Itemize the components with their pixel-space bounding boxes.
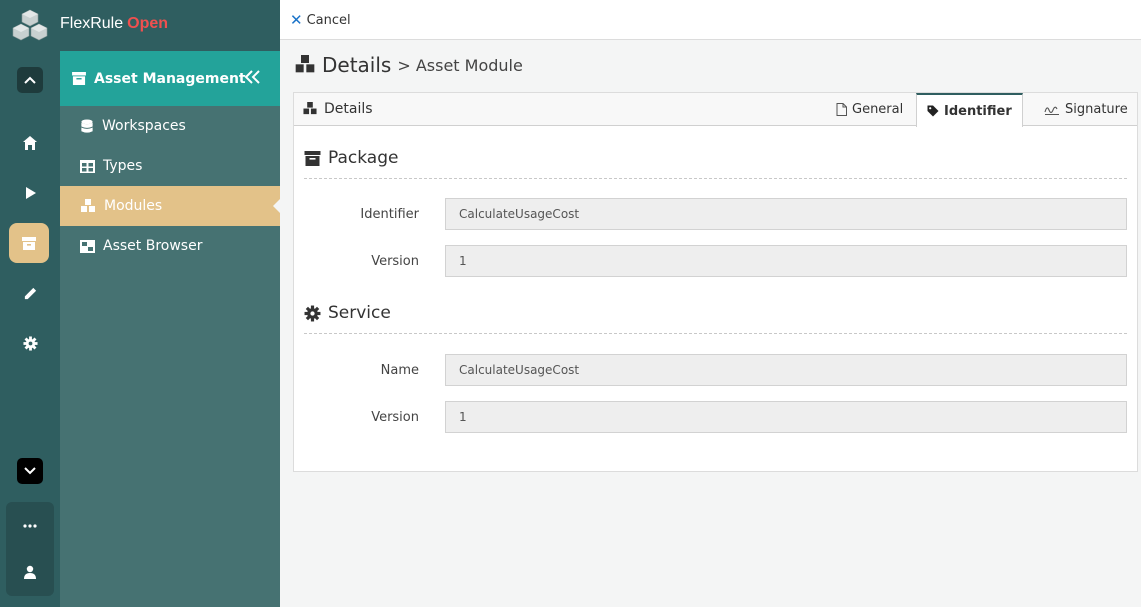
brand-edition: Open — [127, 15, 169, 32]
identifier-label: Identifier — [360, 207, 419, 222]
brand-text: FlexRule — [60, 15, 124, 32]
signature-icon — [1044, 106, 1059, 115]
chevron-down-icon — [24, 467, 36, 475]
service-version-field[interactable]: 1 — [445, 401, 1127, 433]
expand-down-button[interactable] — [17, 458, 43, 484]
brand-header: FlexRule Open — [60, 0, 280, 51]
identifier-field[interactable]: CalculateUsageCost — [445, 198, 1127, 230]
pencil-icon[interactable] — [20, 283, 40, 303]
nav-item-label: Asset Browser — [103, 238, 203, 254]
package-version-label: Version — [371, 254, 419, 269]
tab-label: Identifier — [944, 103, 1012, 119]
archive-icon — [22, 237, 36, 250]
nav-item-workspaces[interactable]: Workspaces — [60, 106, 280, 146]
nav-item-label: Types — [103, 158, 143, 174]
nav-item-label: Workspaces — [102, 118, 186, 134]
user-icon[interactable] — [20, 562, 40, 582]
nav-item-asset-browser[interactable]: Asset Browser — [60, 226, 280, 266]
service-name-label: Name — [380, 363, 419, 378]
database-icon — [81, 118, 93, 133]
tag-icon — [927, 105, 939, 117]
file-icon — [836, 103, 847, 116]
package-version-field[interactable]: 1 — [445, 245, 1127, 277]
divider — [304, 178, 1127, 179]
page-title: Details > Asset Module — [294, 53, 523, 77]
service-version-value: 1 — [459, 410, 467, 424]
nav-item-label: Modules — [104, 198, 163, 214]
chevron-up-icon — [24, 76, 36, 84]
main-content: ✕ Cancel Details > Asset Module Details — [280, 0, 1141, 607]
gear-icon[interactable] — [20, 333, 40, 353]
more-icon[interactable] — [20, 516, 40, 536]
card-title-text: Details — [324, 101, 373, 117]
nav-item-types[interactable]: Types — [60, 146, 280, 186]
divider — [304, 333, 1127, 334]
double-chevron-left-icon[interactable] — [242, 67, 262, 87]
archive-icon — [72, 72, 86, 85]
package-version-value: 1 — [459, 254, 467, 268]
tab-signature[interactable]: Signature — [1034, 93, 1138, 126]
page-title-text: Details — [322, 53, 392, 77]
browser-icon — [80, 239, 95, 253]
section-title: Asset Management — [94, 70, 246, 87]
details-card: Details General Identifier Signature Pac… — [293, 92, 1138, 472]
package-heading: Package — [304, 148, 398, 168]
tab-label: Signature — [1065, 102, 1128, 117]
top-bar: ✕ Cancel — [280, 0, 1141, 40]
collapse-up-button[interactable] — [17, 67, 43, 93]
nav-item-modules[interactable]: Modules — [60, 186, 281, 226]
tab-general[interactable]: General — [826, 93, 913, 126]
gear-icon — [304, 305, 321, 321]
tab-identifier[interactable]: Identifier — [916, 93, 1023, 127]
flexrule-logo-icon — [11, 8, 49, 44]
cancel-label: Cancel — [306, 12, 351, 28]
archive-nav-button[interactable] — [9, 223, 49, 263]
service-name-field[interactable]: CalculateUsageCost — [445, 354, 1127, 386]
service-version-label: Version — [371, 410, 419, 425]
card-title: Details — [302, 101, 373, 117]
service-title: Service — [328, 303, 391, 323]
archive-icon — [304, 150, 321, 166]
icon-rail — [0, 0, 60, 607]
navigation-panel: FlexRule Open Asset Management Workspaces… — [60, 0, 281, 607]
service-name-value: CalculateUsageCost — [459, 363, 580, 377]
section-header[interactable]: Asset Management — [60, 51, 280, 106]
brand-name: FlexRule Open — [60, 15, 168, 33]
breadcrumb: > Asset Module — [397, 55, 523, 75]
cubes-icon — [81, 198, 95, 212]
card-header: Details General Identifier Signature — [294, 93, 1138, 127]
table-icon — [80, 159, 95, 173]
package-title: Package — [328, 148, 399, 168]
home-icon[interactable] — [20, 133, 40, 153]
cubes-icon — [295, 55, 315, 73]
tab-label: General — [852, 102, 904, 117]
close-icon: ✕ — [290, 11, 303, 29]
service-heading: Service — [304, 303, 391, 323]
identifier-value: CalculateUsageCost — [459, 207, 580, 221]
cubes-icon — [303, 102, 317, 115]
cancel-button[interactable]: ✕ Cancel — [290, 11, 351, 29]
play-icon[interactable] — [20, 183, 40, 203]
